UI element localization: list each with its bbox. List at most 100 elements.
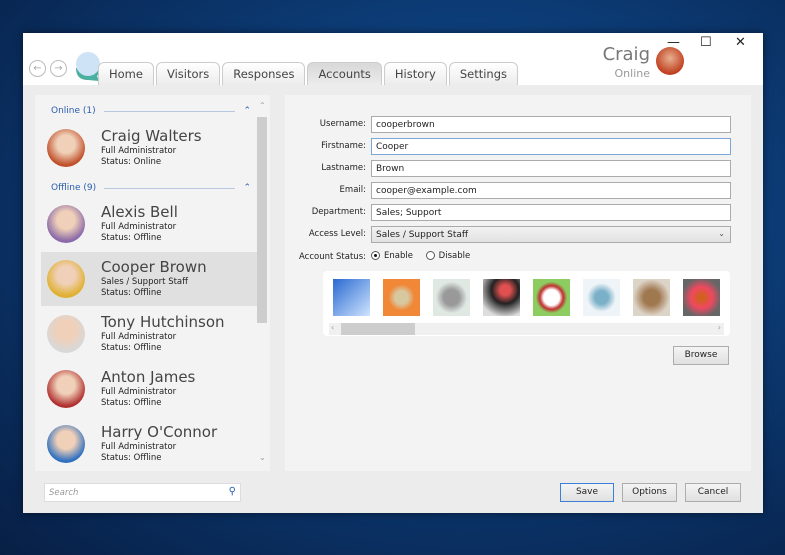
group-online[interactable]: Online (1) ⌃ xyxy=(51,106,251,116)
contact-role: Full Administrator xyxy=(101,222,177,232)
email-label: Email: xyxy=(339,185,366,195)
contact-role: Full Administrator xyxy=(101,387,177,397)
scroll-left-icon[interactable]: ‹ xyxy=(331,323,334,332)
app-window: ← → Home Visitors Responses Accounts His… xyxy=(23,33,763,513)
department-field[interactable]: Sales; Support xyxy=(371,204,731,221)
avatar xyxy=(47,370,85,408)
forward-button[interactable]: → xyxy=(50,60,67,77)
username-field[interactable]: cooperbrown xyxy=(371,116,731,133)
scroll-down-icon[interactable]: ⌄ xyxy=(259,453,266,462)
tab-settings[interactable]: Settings xyxy=(448,62,518,85)
department-label: Department: xyxy=(311,207,366,217)
group-offline[interactable]: Offline (9) ⌃ xyxy=(51,183,251,193)
options-button[interactable]: Options xyxy=(622,483,677,502)
tab-responses[interactable]: Responses xyxy=(222,62,306,85)
lucky-cat-image[interactable] xyxy=(533,279,570,316)
current-user-avatar[interactable] xyxy=(656,47,684,75)
contact-item[interactable]: Craig Walters Full Administrator Status: O… xyxy=(41,121,257,175)
radio-unchecked-icon xyxy=(425,251,435,260)
contact-status: Status: Offline xyxy=(101,343,162,353)
cancel-button[interactable]: Cancel xyxy=(685,483,741,502)
access-level-select[interactable]: Sales / Support Staff ⌄ xyxy=(371,226,731,243)
account-status-radios: Enable Disable xyxy=(371,251,470,261)
scroll-up-icon[interactable]: ⌃ xyxy=(259,101,266,110)
title-bar: ← → Home Visitors Responses Accounts His… xyxy=(23,33,763,85)
save-button[interactable]: Save xyxy=(560,483,614,502)
gallery-scrollbar-thumb[interactable] xyxy=(341,323,415,335)
access-level-value: Sales / Support Staff xyxy=(376,230,469,240)
enable-label: Enable xyxy=(384,251,413,261)
back-button[interactable]: ← xyxy=(29,60,46,77)
email-field[interactable]: cooper@example.com xyxy=(371,182,731,199)
contact-role: Full Administrator xyxy=(101,442,177,452)
contact-role: Sales / Support Staff xyxy=(101,277,188,287)
current-user-name: Craig xyxy=(602,44,650,65)
disable-label: Disable xyxy=(438,251,471,261)
collapse-icon[interactable]: ⌃ xyxy=(243,183,251,193)
current-user-status: Online xyxy=(614,67,650,80)
search-placeholder: Search xyxy=(49,488,79,498)
contact-name: Cooper Brown xyxy=(101,258,207,276)
radio-checked-icon xyxy=(371,251,380,260)
turntable-image[interactable] xyxy=(483,279,520,316)
scroll-right-icon[interactable]: › xyxy=(718,323,721,332)
contact-name: Alexis Bell xyxy=(101,203,178,221)
close-button[interactable]: ✕ xyxy=(735,35,746,50)
search-input[interactable]: Search ⚲ xyxy=(44,483,241,502)
chevron-down-icon: ⌄ xyxy=(718,229,725,238)
contact-item-selected[interactable]: Cooper Brown Sales / Support Staff Status:… xyxy=(41,252,257,306)
firstname-label: Firstname: xyxy=(321,141,366,151)
contact-list: Online (1) ⌃ Craig Walters Full Administra… xyxy=(35,95,270,471)
username-label: Username: xyxy=(319,119,366,129)
compass-image[interactable] xyxy=(583,279,620,316)
divider xyxy=(103,110,236,112)
maximize-button[interactable]: ☐ xyxy=(700,35,712,50)
contact-name: Anton James xyxy=(101,368,196,386)
starfish-image[interactable] xyxy=(383,279,420,316)
contact-item[interactable]: Alexis Bell Full Administrator Status: Off… xyxy=(41,197,257,251)
search-icon[interactable]: ⚲ xyxy=(229,486,236,497)
contact-item[interactable]: Tony Hutchinson Full Administrator Status:… xyxy=(41,307,257,361)
kitten-image[interactable] xyxy=(633,279,670,316)
avatar-gallery: ‹ › xyxy=(323,271,730,336)
avatar xyxy=(47,205,85,243)
disable-radio[interactable]: Disable xyxy=(425,251,471,261)
contact-name: Harry O'Connor xyxy=(101,423,218,441)
collapse-icon[interactable]: ⌃ xyxy=(243,106,251,116)
avatar xyxy=(47,260,85,298)
robot-image[interactable] xyxy=(433,279,470,316)
gallery-scrollbar[interactable]: ‹ › xyxy=(329,323,724,335)
contact-item[interactable]: Harry O'Connor Full Administrator Status: … xyxy=(41,417,257,471)
main-tabs: Home Visitors Responses Accounts History… xyxy=(98,62,520,85)
avatar xyxy=(47,315,85,353)
contact-name: Tony Hutchinson xyxy=(101,313,225,331)
contact-status: Status: Offline xyxy=(101,398,162,408)
tab-visitors[interactable]: Visitors xyxy=(155,62,221,85)
group-offline-label: Offline (9) xyxy=(51,183,97,193)
contact-role: Full Administrator xyxy=(101,332,177,342)
access-level-label: Access Level: xyxy=(308,229,366,239)
enable-radio[interactable]: Enable xyxy=(371,251,413,261)
avatar xyxy=(47,129,85,167)
avatar xyxy=(47,425,85,463)
contact-status: Status: Offline xyxy=(101,233,162,243)
tab-home[interactable]: Home xyxy=(98,62,154,85)
flower-image[interactable] xyxy=(683,279,720,316)
contact-item[interactable]: Anton James Full Administrator Status: Off… xyxy=(41,362,257,416)
scrollbar-thumb[interactable] xyxy=(257,117,267,323)
account-form: Username: cooperbrown Firstname: Cooper … xyxy=(285,95,751,471)
account-status-label: Account Status: xyxy=(299,252,366,262)
tab-history[interactable]: History xyxy=(383,62,447,85)
tab-accounts[interactable]: Accounts xyxy=(307,62,382,85)
browse-button[interactable]: Browse xyxy=(673,346,729,365)
minimize-button[interactable]: — xyxy=(667,35,680,50)
contact-name: Craig Walters xyxy=(101,127,202,145)
lastname-label: Lastname: xyxy=(321,163,366,173)
contact-status: Status: Online xyxy=(101,157,162,167)
rollercoaster-image[interactable] xyxy=(333,279,370,316)
contact-status: Status: Offline xyxy=(101,288,162,298)
group-online-label: Online (1) xyxy=(51,106,96,116)
firstname-field[interactable]: Cooper xyxy=(371,138,731,155)
lastname-field[interactable]: Brown xyxy=(371,160,731,177)
divider xyxy=(104,187,236,189)
